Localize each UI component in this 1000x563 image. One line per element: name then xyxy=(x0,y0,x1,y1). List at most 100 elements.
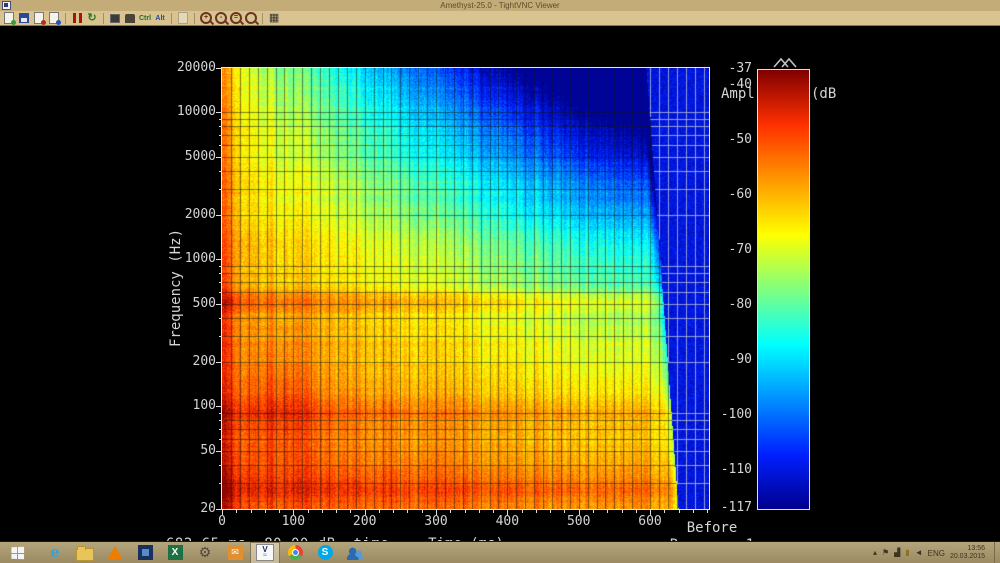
spectrogram-canvas[interactable] xyxy=(222,68,709,509)
taskbar-app-excel[interactable]: X xyxy=(160,542,190,563)
taskbar-app-settings[interactable]: ⚙ xyxy=(190,542,220,563)
zoom-auto-button[interactable] xyxy=(245,12,257,25)
ctrl-key-label: Ctrl xyxy=(139,15,151,22)
y-tick-mark xyxy=(216,259,222,260)
annotation-line-1: Before xyxy=(687,520,738,536)
y-minor-tick-mark xyxy=(219,483,222,484)
vnc-icon: V≈ xyxy=(256,544,274,561)
volume-icon[interactable]: ◄ xyxy=(915,548,923,558)
ctrl-alt-del-button[interactable] xyxy=(109,12,121,25)
new-connection-button[interactable] xyxy=(3,12,15,25)
taskbar-app-vlc[interactable] xyxy=(100,542,130,563)
ctrl-key-button[interactable]: Ctrl xyxy=(139,12,151,25)
tightvnc-app-icon xyxy=(2,1,11,10)
x-tick-mark xyxy=(222,510,223,515)
zoom-in-icon: + xyxy=(200,12,212,24)
y-minor-tick-mark xyxy=(219,420,222,421)
y-minor-tick-mark xyxy=(219,465,222,466)
save-session-button[interactable] xyxy=(18,12,30,25)
photos-icon xyxy=(138,545,153,560)
x-tick-mark xyxy=(579,510,580,515)
hidden-icons-button[interactable]: ▴ xyxy=(873,548,877,558)
clock[interactable]: 13:56 20.03.2015 xyxy=(950,545,985,561)
x-minor-tick-mark xyxy=(251,510,252,513)
refresh-button[interactable]: ↻ xyxy=(86,12,98,25)
connection-options-button[interactable] xyxy=(33,12,45,25)
x-minor-tick-mark xyxy=(407,510,408,513)
battery-icon[interactable]: ▮ xyxy=(905,548,909,558)
colorbar-title-left: Ampl xyxy=(721,86,755,102)
taskbar-app-file-explorer[interactable] xyxy=(70,542,100,563)
x-minor-tick-mark xyxy=(664,510,665,513)
colorbar-tick-label: -70 xyxy=(700,242,752,257)
connection-options-icon xyxy=(34,12,44,24)
alt-key-button[interactable]: Alt xyxy=(154,12,166,25)
zoom-out-icon: - xyxy=(215,12,227,24)
y-tick-mark xyxy=(216,112,222,113)
pause-button[interactable] xyxy=(71,12,83,25)
y-minor-tick-mark xyxy=(219,273,222,274)
y-minor-tick-mark xyxy=(219,135,222,136)
start-button[interactable] xyxy=(0,542,34,563)
refresh-icon: ↻ xyxy=(87,13,96,23)
y-minor-tick-mark xyxy=(219,439,222,440)
taskbar: e X ⚙ ✉ V≈ S ▴ ⚑ ▟ ▮ ◄ ENG 13:56 20.03.2015 xyxy=(0,541,1000,563)
taskbar-app-mail[interactable]: ✉ xyxy=(220,542,250,563)
new-connection-icon xyxy=(4,12,14,24)
pause-icon xyxy=(73,13,82,23)
taskbar-app-skype[interactable]: S xyxy=(310,542,340,563)
x-tick-mark xyxy=(436,510,437,515)
y-tick-mark xyxy=(216,406,222,407)
network-icon[interactable]: ▟ xyxy=(894,548,900,558)
y-tick-mark xyxy=(216,304,222,305)
x-minor-tick-mark xyxy=(636,510,637,513)
x-minor-tick-mark xyxy=(593,510,594,513)
x-minor-tick-mark xyxy=(236,510,237,513)
action-center-icon[interactable]: ⚑ xyxy=(882,548,889,558)
taskbar-app-photo-viewer[interactable] xyxy=(130,542,160,563)
y-tick-label: 100 xyxy=(160,398,216,413)
gear-icon: ⚙ xyxy=(199,545,212,560)
colorbar-tick-label: -60 xyxy=(700,187,752,202)
fullscreen-button[interactable]: ▦ xyxy=(268,12,280,25)
colorbar-tick-label: -110 xyxy=(700,462,752,477)
skype-icon: S xyxy=(318,545,333,560)
windows-logo-icon xyxy=(11,546,24,558)
toolbar-separator xyxy=(171,13,172,24)
connection-info-button[interactable] xyxy=(48,12,60,25)
y-minor-tick-mark xyxy=(219,429,222,430)
x-minor-tick-mark xyxy=(308,510,309,513)
x-tick-label: 100 xyxy=(273,514,313,529)
keyboard-button[interactable] xyxy=(124,12,136,25)
taskbar-app-internet-explorer[interactable]: e xyxy=(40,542,70,563)
y-minor-tick-mark xyxy=(219,413,222,414)
y-minor-tick-mark xyxy=(219,145,222,146)
y-minor-tick-mark xyxy=(219,119,222,120)
y-minor-tick-mark xyxy=(219,189,222,190)
taskbar-app-tightvnc[interactable]: V≈ xyxy=(250,542,280,563)
x-minor-tick-mark xyxy=(550,510,551,513)
file-transfer-button[interactable] xyxy=(177,12,189,25)
taskbar-app-people[interactable] xyxy=(340,542,370,563)
titlebar[interactable]: Amethyst-25.0 - TightVNC Viewer xyxy=(0,0,1000,11)
x-tick-label: 300 xyxy=(416,514,456,529)
system-tray: ▴ ⚑ ▟ ▮ ◄ ENG 13:56 20.03.2015 xyxy=(873,542,998,563)
x-tick-label: 200 xyxy=(345,514,385,529)
y-minor-tick-mark xyxy=(219,336,222,337)
y-minor-tick-mark xyxy=(219,282,222,283)
x-minor-tick-mark xyxy=(607,510,608,513)
clock-date: 20.03.2015 xyxy=(950,553,985,560)
cursor-chevron-icon xyxy=(772,56,800,69)
show-desktop-button[interactable] xyxy=(994,542,998,563)
vnc-toolbar: ↻ CtrlAlt +-= ▦ xyxy=(0,11,1000,26)
zoom-in-button[interactable]: + xyxy=(200,12,212,25)
y-tick-label: 20000 xyxy=(160,60,216,75)
taskbar-app-chrome[interactable] xyxy=(280,542,310,563)
zoom-out-button[interactable]: - xyxy=(215,12,227,25)
zoom-100-button[interactable]: = xyxy=(230,12,242,25)
x-tick-label: 600 xyxy=(630,514,670,529)
x-minor-tick-mark xyxy=(679,510,680,513)
language-indicator[interactable]: ENG xyxy=(928,549,945,558)
clock-time: 13:56 xyxy=(967,545,985,552)
people-icon xyxy=(347,546,363,560)
